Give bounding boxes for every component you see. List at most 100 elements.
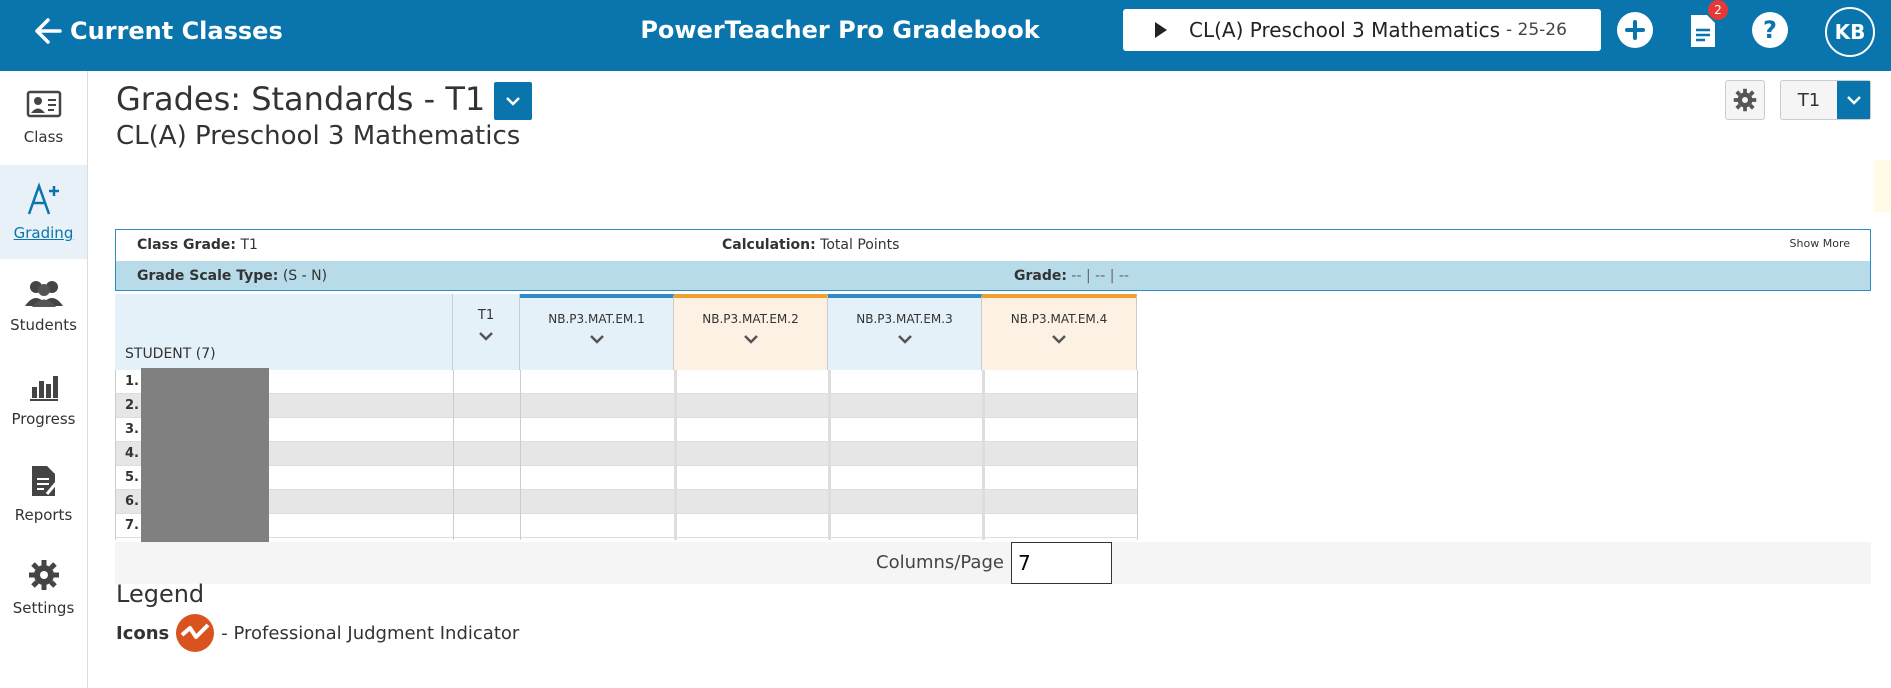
grid-line	[674, 370, 677, 540]
pagination-bar: Columns/Page	[115, 542, 1871, 584]
column-header-label: NB.P3.MAT.EM.2	[702, 312, 799, 326]
info-row: Class Grade: T1 Calculation: Total Point…	[116, 230, 1870, 261]
add-button[interactable]	[1617, 12, 1653, 48]
redacted-student-names	[141, 368, 269, 544]
play-icon	[1155, 22, 1167, 38]
grid-line	[520, 370, 521, 540]
avatar[interactable]: KB	[1825, 7, 1875, 57]
sidebar-item-label: Students	[10, 316, 77, 334]
progress-icon	[29, 376, 58, 401]
grade-scale-label: Grade Scale Type:	[137, 268, 279, 284]
column-header-standard-1[interactable]: NB.P3.MAT.EM.1	[520, 294, 674, 370]
sidebar-item-label: Class	[23, 128, 64, 146]
calculation-value: Total Points	[820, 237, 900, 253]
legend-row: Icons - Professional Judgment Indicator	[116, 613, 519, 653]
columns-per-page-label: Columns/Page	[876, 552, 1004, 573]
help-button[interactable]: ?	[1752, 12, 1788, 48]
top-bar: Current Classes PowerTeacher Pro Gradebo…	[0, 0, 1891, 71]
students-icon	[24, 281, 63, 307]
class-grade-label: Class Grade:	[137, 237, 237, 253]
sidebar-item-reports[interactable]: Reports	[0, 447, 87, 541]
row-number: 1.	[125, 374, 139, 389]
legend-title: Legend	[116, 580, 205, 608]
plus-icon	[1625, 20, 1645, 40]
notification-badge: 2	[1708, 0, 1728, 20]
back-label: Current Classes	[70, 17, 283, 45]
grid-line	[1137, 370, 1138, 540]
class-icon	[26, 90, 61, 118]
student-column-header[interactable]: STUDENT (7)	[115, 294, 453, 370]
column-header-label: NB.P3.MAT.EM.3	[856, 312, 953, 326]
sidebar-item-settings[interactable]: Settings	[0, 541, 87, 635]
row-number: 5.	[125, 470, 139, 485]
sidebar-item-label: Settings	[12, 599, 75, 617]
grid-settings-button[interactable]	[1725, 80, 1765, 120]
sidebar-item-class[interactable]: Class	[0, 71, 87, 165]
chevron-down-icon	[506, 97, 520, 106]
grade-summary: Grade: -- | -- | --	[1014, 268, 1129, 284]
grading-icon	[27, 182, 59, 215]
sidebar: Class Grading Students Progress Reports …	[0, 71, 88, 688]
app-title: PowerTeacher Pro Gradebook	[640, 16, 1040, 44]
sidebar-item-label: Grading	[13, 224, 74, 242]
sidebar-item-label: Reports	[14, 506, 73, 524]
row-number: 7.	[125, 518, 139, 533]
title-dropdown-button[interactable]	[494, 82, 532, 120]
row-number: 3.	[125, 422, 139, 437]
chevron-down-icon	[897, 335, 912, 344]
chevron-down-icon	[1052, 335, 1066, 344]
column-header-t1[interactable]: T1	[453, 294, 520, 370]
column-header-standard-2[interactable]: NB.P3.MAT.EM.2	[674, 294, 828, 370]
class-grade-value: T1	[240, 237, 258, 253]
class-selector-year: - 25-26	[1506, 20, 1567, 40]
row-number: 4.	[125, 446, 139, 461]
arrow-left-icon	[35, 18, 62, 44]
grade-value: -- | -- | --	[1071, 268, 1129, 284]
sidebar-item-grading[interactable]: Grading	[0, 165, 87, 259]
settings-icon	[28, 560, 59, 590]
column-header-standard-3[interactable]: NB.P3.MAT.EM.3	[828, 294, 982, 370]
class-grade-info: Class Grade: T1 Calculation: Total Point…	[115, 229, 1871, 291]
legend-pj-text: - Professional Judgment Indicator	[221, 622, 520, 644]
back-to-current-classes[interactable]: Current Classes	[32, 14, 283, 48]
grade-label: Grade:	[1014, 268, 1067, 284]
term-select[interactable]: T1	[1780, 80, 1871, 120]
column-header-label: NB.P3.MAT.EM.1	[548, 312, 645, 326]
chevron-down-icon	[743, 335, 758, 344]
grid-line	[982, 370, 985, 540]
grade-scale-value: (S - N)	[282, 268, 328, 284]
calculation: Calculation: Total Points	[722, 237, 899, 253]
row-number: 2.	[125, 398, 139, 413]
side-strip	[1874, 160, 1891, 212]
sidebar-item-label: Progress	[11, 410, 76, 428]
columns-per-page-input[interactable]	[1011, 542, 1112, 584]
column-header-standard-4[interactable]: NB.P3.MAT.EM.4	[982, 294, 1137, 370]
column-header-label: NB.P3.MAT.EM.4	[1010, 312, 1108, 326]
professional-judgment-icon	[176, 614, 215, 652]
term-select-toggle[interactable]	[1837, 81, 1870, 119]
legend-icons-label: Icons	[116, 622, 170, 644]
reports-icon	[31, 466, 58, 496]
grid-line	[453, 370, 454, 540]
show-more-link[interactable]: Show More	[1790, 237, 1850, 250]
sidebar-item-students[interactable]: Students	[0, 259, 87, 353]
term-select-value: T1	[1797, 89, 1821, 111]
class-selector-name: CL(A) Preschool 3 Mathematics	[1189, 18, 1500, 42]
grid-line	[828, 370, 831, 540]
info-row: Grade Scale Type: (S - N) Grade: -- | --…	[116, 261, 1870, 290]
student-header-label: STUDENT (7)	[125, 346, 216, 362]
class-grade: Class Grade: T1	[137, 237, 258, 253]
class-selector[interactable]: CL(A) Preschool 3 Mathematics - 25-26	[1123, 9, 1601, 51]
chevron-down-icon	[589, 335, 604, 344]
grade-scale: Grade Scale Type: (S - N)	[137, 268, 327, 284]
gear-icon	[1733, 88, 1757, 112]
row-number: 6.	[125, 494, 139, 509]
calculation-label: Calculation:	[722, 237, 816, 253]
page-title: Grades: Standards - T1	[116, 80, 486, 118]
grid-line	[115, 370, 116, 540]
chevron-down-icon	[479, 332, 493, 341]
page-subtitle: CL(A) Preschool 3 Mathematics	[116, 121, 521, 151]
sidebar-item-progress[interactable]: Progress	[0, 353, 87, 447]
column-header-label: T1	[477, 308, 495, 323]
chevron-down-icon	[1846, 96, 1861, 105]
